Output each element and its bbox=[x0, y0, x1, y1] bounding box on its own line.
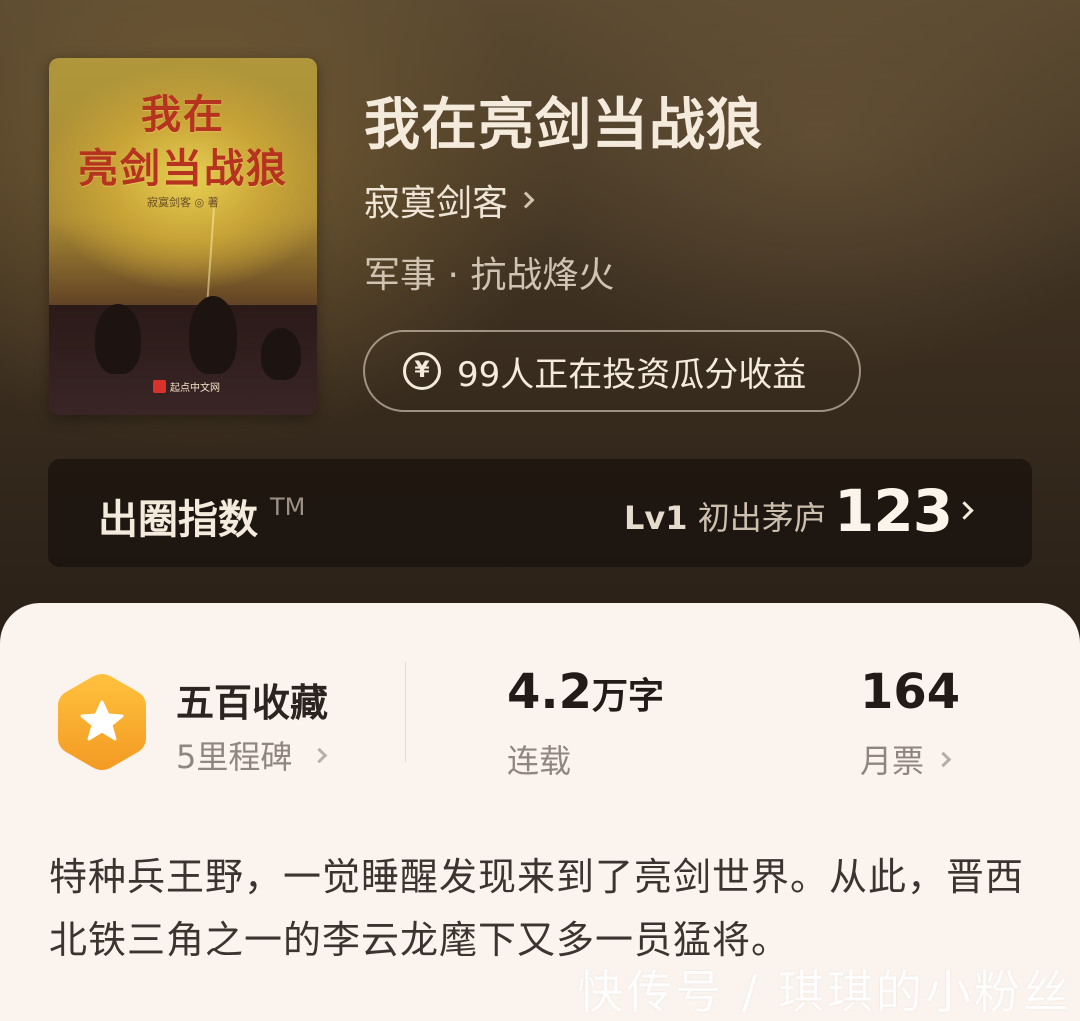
cover-title-line2: 亮剑当战狼 bbox=[78, 145, 288, 192]
publisher-logo: 起点中文网 bbox=[149, 378, 224, 394]
collection-milestone-title: 五百收藏 bbox=[176, 681, 329, 725]
yen-coin-icon: ¥ bbox=[403, 352, 441, 390]
trademark-mark: TM bbox=[270, 493, 306, 521]
level-name: 初出茅庐 bbox=[697, 499, 826, 537]
watermark: 快传号 / 琪琪的小粉丝 bbox=[577, 965, 1072, 1019]
word-count-unit: 万字 bbox=[592, 676, 665, 717]
chevron-right-icon bbox=[312, 747, 328, 763]
star-badge-icon bbox=[58, 674, 146, 770]
book-title: 我在亮剑当战狼 bbox=[364, 92, 763, 158]
cover-soldier-silhouette bbox=[189, 296, 237, 374]
cover-author-credit: 寂寞剑客 ◎ 著 bbox=[147, 196, 219, 209]
serial-status: 连载 bbox=[507, 736, 571, 782]
publisher-logo-icon bbox=[153, 379, 166, 393]
popularity-index-card[interactable]: 出圈指数 TM Lv1 初出茅庐 123 bbox=[48, 459, 1032, 567]
book-synopsis[interactable]: 特种兵王野，一觉睡醒发现来到了亮剑世界。从此，晋西北铁三角之一的李云龙麾下又多一… bbox=[49, 846, 1039, 972]
publisher-name: 起点中文网 bbox=[170, 382, 220, 394]
serial-status-label: 连载 bbox=[507, 742, 572, 780]
cover-title-line1: 我在 bbox=[141, 91, 225, 138]
chevron-right-icon bbox=[935, 751, 952, 767]
stat-divider bbox=[405, 662, 406, 762]
index-level: Lv1 初出茅庐 bbox=[624, 493, 826, 539]
milestone-link[interactable]: 5里程碑 bbox=[176, 732, 328, 778]
author-name: 寂寞剑客 bbox=[364, 183, 509, 224]
index-label: 出圈指数 bbox=[98, 497, 258, 543]
cover-soldier-silhouette bbox=[95, 304, 141, 374]
book-genre[interactable]: 军事 · 抗战烽火 bbox=[364, 246, 614, 298]
book-cover[interactable]: 我在 亮剑当战狼 寂寞剑客 ◎ 著 起点中文网 bbox=[49, 58, 317, 415]
monthly-votes-label: 月票 bbox=[860, 742, 925, 780]
milestone-label: 5里程碑 bbox=[176, 738, 293, 776]
author-link[interactable]: 寂寞剑客 bbox=[364, 174, 535, 226]
word-count-number: 4.2 bbox=[507, 664, 593, 720]
index-score: 123 bbox=[834, 477, 953, 545]
monthly-votes-count: 164 bbox=[860, 664, 961, 720]
chevron-right-icon bbox=[517, 191, 535, 209]
word-count: 4.2万字 bbox=[507, 664, 664, 720]
cover-soldier-silhouette bbox=[261, 328, 301, 380]
monthly-votes-link[interactable]: 月票 bbox=[860, 736, 952, 782]
invest-label: 99人正在投资瓜分收益 bbox=[457, 354, 807, 395]
chevron-right-icon bbox=[955, 501, 974, 520]
invest-button[interactable]: ¥ 99人正在投资瓜分收益 bbox=[363, 330, 861, 412]
level-tag: Lv1 bbox=[624, 499, 688, 537]
